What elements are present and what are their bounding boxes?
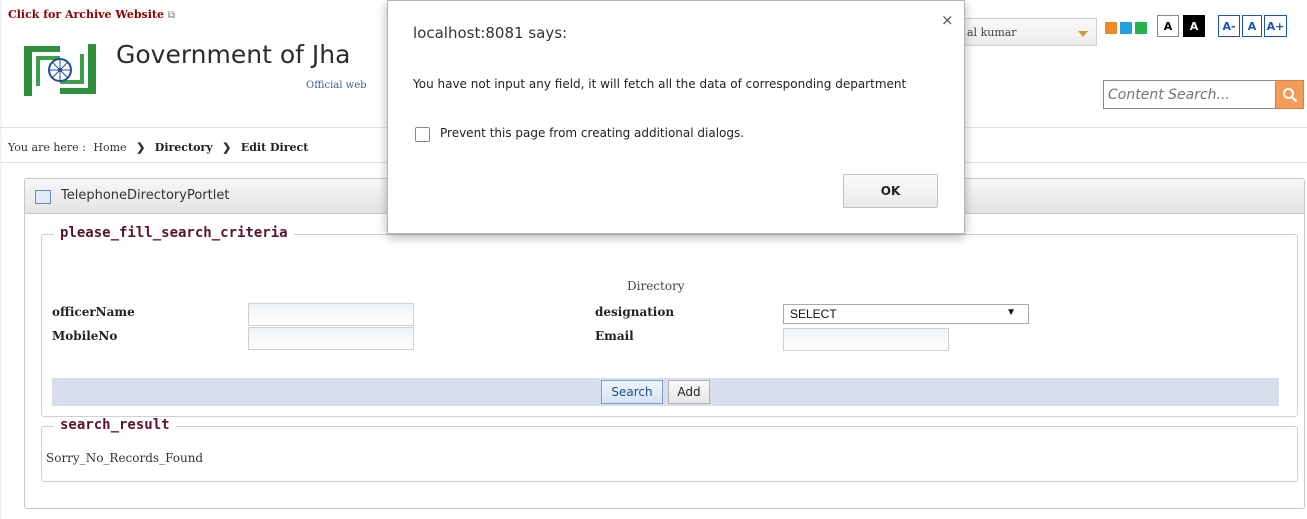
no-records-message: Sorry_No_Records_Found [46, 451, 204, 465]
officer-name-label: officerName [52, 305, 135, 319]
archive-website-link[interactable]: Click for Archive Website ⧉ [8, 8, 175, 21]
chevron-down-icon [1078, 31, 1088, 37]
search-criteria-legend: please_fill_search_criteria [54, 225, 294, 241]
dropdown-arrow-icon: ▼ [1006, 307, 1016, 318]
dialog-title: localhost:8081 says: [413, 24, 568, 42]
content-search-input[interactable] [1103, 80, 1275, 109]
chevron-right-icon: ❯ [222, 141, 232, 154]
breadcrumb-directory[interactable]: Directory [155, 141, 213, 154]
search-result-fieldset: search_result Sorry_No_Records_Found [41, 417, 1298, 482]
designation-select-value: SELECT [790, 307, 837, 321]
font-normal-button[interactable]: A [1242, 15, 1262, 37]
breadcrumb: You are here : Home ❯ Directory ❯ Edit D… [8, 141, 308, 154]
dialog-message: You have not input any field, it will fe… [413, 77, 907, 91]
alert-dialog: localhost:8081 says: × You have not inpu… [387, 0, 965, 234]
prevent-dialogs-label[interactable]: Prevent this page from creating addition… [440, 126, 744, 140]
search-submit-button[interactable] [1275, 80, 1304, 109]
email-label: Email [595, 329, 634, 343]
search-criteria-fieldset: please_fill_search_criteria Directory of… [41, 225, 1298, 417]
search-button[interactable]: Search [601, 380, 663, 404]
chevron-right-icon: ❯ [136, 141, 146, 154]
jharkhand-emblem-logo[interactable] [20, 38, 100, 102]
user-select-value: al kumar [967, 26, 1017, 39]
email-input[interactable] [783, 328, 949, 351]
breadcrumb-edit-directory[interactable]: Edit Direct [241, 141, 308, 154]
button-bar: Search Add [52, 378, 1279, 406]
prevent-dialogs-checkbox[interactable] [415, 127, 430, 142]
portlet-title: TelephoneDirectoryPortlet [61, 188, 230, 203]
user-account-select[interactable]: al kumar [960, 18, 1097, 46]
officer-name-input[interactable] [248, 303, 414, 326]
mobile-no-label: MobileNo [52, 329, 118, 343]
contrast-high-button[interactable]: A [1183, 15, 1205, 37]
archive-link-text: Click for Archive Website [8, 8, 164, 21]
directory-caption: Directory [627, 279, 685, 293]
blue-theme-swatch[interactable] [1120, 22, 1132, 34]
search-result-legend: search_result [54, 417, 176, 433]
site-title: Government of Jha [116, 40, 351, 69]
font-increase-button[interactable]: A+ [1264, 15, 1287, 37]
green-theme-swatch[interactable] [1135, 22, 1147, 34]
breadcrumb-prefix: You are here : [8, 141, 86, 154]
page-left-border [0, 0, 2, 519]
search-icon [1282, 87, 1297, 102]
mobile-no-input[interactable] [248, 327, 414, 350]
ok-button[interactable]: OK [843, 174, 938, 208]
font-decrease-button[interactable]: A- [1218, 15, 1240, 37]
portlet-window-icon [35, 190, 51, 204]
add-button[interactable]: Add [668, 380, 710, 404]
external-link-icon: ⧉ [167, 10, 175, 21]
contrast-normal-button[interactable]: A [1157, 15, 1179, 37]
designation-label: designation [595, 305, 675, 319]
orange-theme-swatch[interactable] [1105, 22, 1117, 34]
breadcrumb-home[interactable]: Home [93, 141, 126, 154]
site-subtitle: Official web [306, 80, 367, 91]
designation-select[interactable]: SELECT ▼ [783, 304, 1029, 324]
close-icon[interactable]: × [941, 11, 954, 29]
